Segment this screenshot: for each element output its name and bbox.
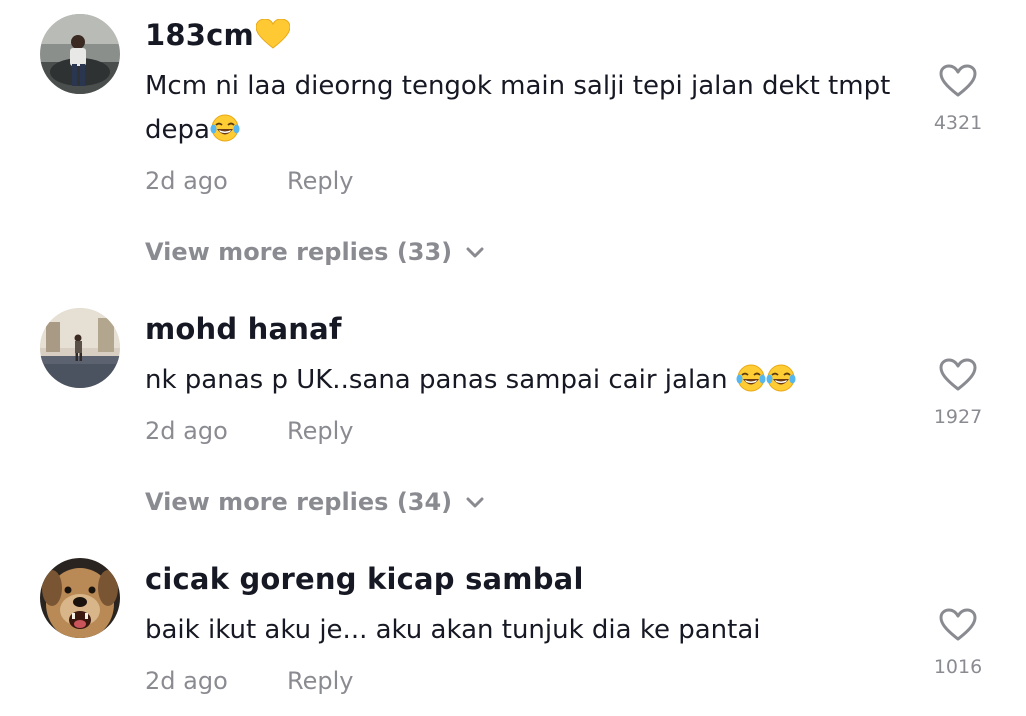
view-more-replies-label: View more replies (33) <box>145 238 453 266</box>
tears-of-joy-icon <box>766 363 796 393</box>
reply-button[interactable]: Reply <box>287 167 353 195</box>
avatar[interactable] <box>40 558 120 638</box>
chevron-down-icon <box>466 497 484 508</box>
comment-meta: 2d ago Reply <box>145 167 353 195</box>
heart-outline-icon[interactable] <box>939 64 977 98</box>
tears-of-joy-icon <box>736 363 766 393</box>
heart-outline-icon[interactable] <box>939 358 977 392</box>
like-button[interactable]: 4321 <box>930 64 986 134</box>
avatar[interactable] <box>40 308 120 388</box>
heart-outline-icon[interactable] <box>939 608 977 642</box>
timestamp: 2d ago <box>145 417 228 445</box>
avatar[interactable] <box>40 14 120 94</box>
view-more-replies-label: View more replies (34) <box>145 488 453 516</box>
like-count: 1927 <box>933 406 983 428</box>
timestamp: 2d ago <box>145 667 228 695</box>
comment-meta: 2d ago Reply <box>145 667 353 695</box>
comment-text: Mcm ni laa dieorng tengok main salji tep… <box>145 71 891 145</box>
like-count: 4321 <box>933 112 983 134</box>
username[interactable]: 183cm <box>145 18 291 52</box>
like-button[interactable]: 1927 <box>930 358 986 428</box>
comment-text: baik ikut aku je... aku akan tunjuk dia … <box>145 615 761 645</box>
timestamp: 2d ago <box>145 167 228 195</box>
yellow-heart-icon <box>255 18 291 49</box>
chevron-down-icon <box>466 247 484 258</box>
reply-button[interactable]: Reply <box>287 417 353 445</box>
reply-button[interactable]: Reply <box>287 667 353 695</box>
like-count: 1016 <box>933 656 983 678</box>
view-more-replies-button[interactable]: View more replies (34) <box>145 488 484 516</box>
like-button[interactable]: 1016 <box>930 608 986 678</box>
username[interactable]: mohd hanaf <box>145 312 342 346</box>
view-more-replies-button[interactable]: View more replies (33) <box>145 238 484 266</box>
comment-text: nk panas p UK..sana panas sampai cair ja… <box>145 358 905 402</box>
username[interactable]: cicak goreng kicap sambal <box>145 562 584 596</box>
comment-meta: 2d ago Reply <box>145 417 353 445</box>
tears-of-joy-icon <box>210 113 240 143</box>
